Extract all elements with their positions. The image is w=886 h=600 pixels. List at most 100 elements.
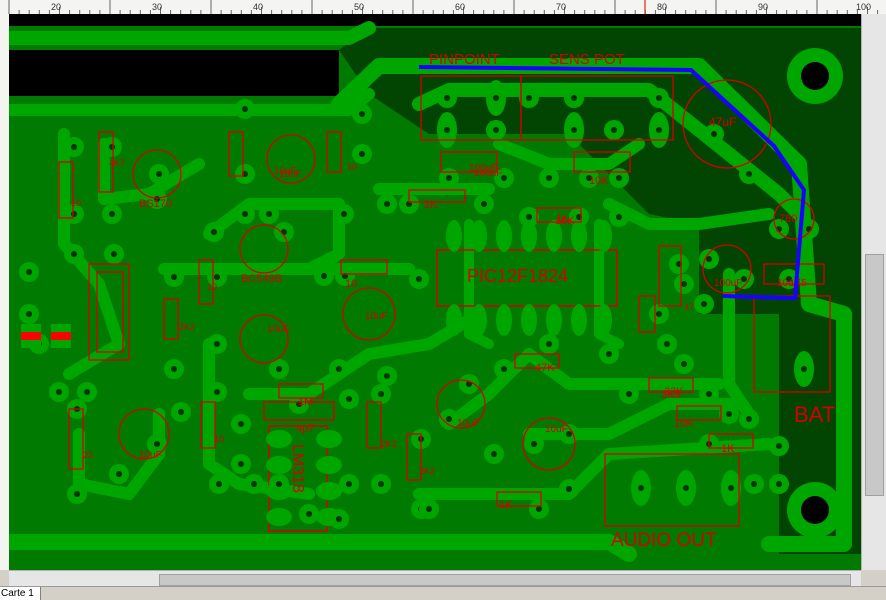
sheet-tab-bar: Carte 1 <box>0 586 886 600</box>
op-pad-right <box>316 482 342 500</box>
component-value-label: 1K <box>721 443 735 455</box>
pad-drill <box>384 201 390 207</box>
component-value-label: 1K <box>424 199 438 211</box>
component-value-label: 2K2 <box>381 439 397 449</box>
pad-drill <box>501 366 507 372</box>
op-pad-left <box>266 456 292 474</box>
label-bc549b: BC549B <box>241 273 282 285</box>
pad-drill <box>321 273 327 279</box>
pad-drill <box>446 416 452 422</box>
pad-drill <box>251 481 257 487</box>
pad-drill <box>566 486 572 492</box>
component-value-label: 100nF <box>474 168 502 179</box>
pad-drill <box>536 506 542 512</box>
component-value-label: 4K7 <box>109 158 125 168</box>
op-pad-left <box>266 430 292 448</box>
pic-pad-top <box>496 220 512 252</box>
horizontal-scrollbar[interactable] <box>9 570 861 587</box>
pad-drill <box>446 175 452 181</box>
mount-hole-bottom-right-inner <box>801 496 829 524</box>
pad-drill <box>656 95 662 101</box>
pad-drill <box>711 131 717 137</box>
component-value-label: 10uF <box>139 450 162 461</box>
pad-drill <box>109 211 115 217</box>
pad-drill <box>238 461 244 467</box>
pad-drill <box>656 311 662 317</box>
ruler-label-50: 50 <box>354 2 364 12</box>
pad-drill <box>214 389 220 395</box>
pad-drill <box>359 151 365 157</box>
sensor-pad-mark <box>51 332 71 340</box>
component-value-label: 10uF <box>545 424 568 435</box>
horizontal-scroll-thumb[interactable] <box>159 574 851 586</box>
pad-drill <box>683 485 689 491</box>
pad-drill <box>571 95 577 101</box>
pad-drill <box>726 411 732 417</box>
pad-drill <box>546 341 552 347</box>
ruler-label-70: 70 <box>556 2 566 12</box>
pad-drill <box>341 211 347 217</box>
pad-drill <box>109 144 115 150</box>
pad-drill <box>491 451 497 457</box>
op-pad-left <box>266 508 292 526</box>
pic-pad-bottom <box>546 304 562 336</box>
pad-drill <box>281 229 287 235</box>
pad-drill <box>26 269 32 275</box>
component-value-label: 10 <box>71 198 81 208</box>
pad-drill <box>214 274 220 280</box>
pic-pad-top <box>471 220 487 252</box>
component-value-label: 10K <box>589 175 609 187</box>
ruler-label-60: 60 <box>455 2 465 12</box>
pad-drill <box>214 341 220 347</box>
ruler-label-20: 20 <box>51 2 61 12</box>
ruler-top: 20 30 40 50 60 70 80 90 100 <box>0 0 886 15</box>
component-value-label: 10uF <box>274 166 297 177</box>
pad-drill <box>493 95 499 101</box>
pad-drill <box>276 481 282 487</box>
component-value-label: 10uF <box>267 324 290 335</box>
component-value-label: 1M <box>298 396 313 408</box>
pic-pad-bottom <box>496 304 512 336</box>
pad-drill <box>606 351 612 357</box>
vertical-scroll-thumb[interactable] <box>865 254 884 496</box>
pad-drill <box>706 391 712 397</box>
component-value-label: 22 <box>83 450 93 460</box>
sensor-pad-mark <box>21 332 41 340</box>
pad-drill <box>626 391 632 397</box>
pcb-board-svg[interactable]: PIC12F1824 LM318 PINPOINT SENS POT BAT A… <box>9 14 861 570</box>
vertical-scrollbar[interactable] <box>861 14 886 570</box>
pad-drill <box>378 481 384 487</box>
pic-pad-top <box>596 220 612 252</box>
pad-drill <box>178 409 184 415</box>
label-year-mirrored: 2017 <box>212 63 265 90</box>
pic-pad-bottom <box>446 304 462 336</box>
pad-drill <box>171 366 177 372</box>
component-value-label: 47uF <box>709 115 736 129</box>
pad-drill <box>526 214 532 220</box>
pad-drill <box>681 361 687 367</box>
pic-pad-bottom <box>596 304 612 336</box>
pic-pad-bottom <box>521 304 537 336</box>
mount-hole-top-right-inner <box>801 62 829 90</box>
pic-ic-label: PIC12F1824 <box>467 266 568 286</box>
pad-drill <box>171 274 177 280</box>
ruler-ticks <box>8 0 879 14</box>
pad-drill <box>664 341 670 347</box>
label-bat: BAT <box>794 402 835 427</box>
pad-drill <box>531 441 537 447</box>
pad-drill <box>611 127 617 133</box>
pad-drill <box>746 416 752 422</box>
pcb-canvas[interactable]: PIC12F1824 LM318 PINPOINT SENS POT BAT A… <box>9 14 861 570</box>
ruler-label-90: 90 <box>758 2 768 12</box>
pad-drill <box>336 516 342 522</box>
label-audio-out: AUDIO OUT <box>611 530 717 551</box>
board-top-edge <box>9 14 861 26</box>
op-pad-right <box>316 456 342 474</box>
pad-drill <box>74 491 80 497</box>
sheet-tab-carte-1[interactable]: Carte 1 <box>0 587 41 600</box>
board-cutout <box>9 50 339 96</box>
component-value-label: 2K2 <box>179 322 195 332</box>
pad-drill <box>156 171 162 177</box>
component-value-label: 10 <box>207 282 217 292</box>
label-sens-pot: SENS POT <box>549 51 625 68</box>
